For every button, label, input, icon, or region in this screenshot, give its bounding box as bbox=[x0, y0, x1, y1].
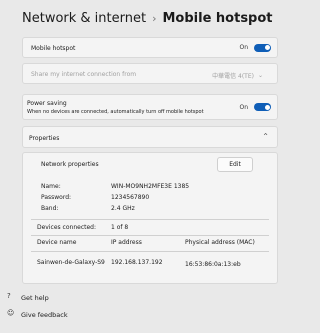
help-icon: ? bbox=[7, 292, 11, 300]
power-saving-row: Power saving When no devices are connect… bbox=[22, 94, 278, 120]
band-label: Band: bbox=[41, 205, 59, 212]
power-saving-label: Power saving bbox=[27, 100, 67, 107]
network-properties-label: Network properties bbox=[41, 161, 99, 168]
breadcrumb-separator: › bbox=[152, 12, 157, 25]
band-value: 2.4 GHz bbox=[111, 205, 135, 212]
column-header-ip-address: IP address bbox=[111, 239, 142, 246]
breadcrumb-parent[interactable]: Network & internet bbox=[22, 11, 146, 26]
chevron-down-icon: ⌄ bbox=[257, 72, 263, 79]
password-value: 1234567890 bbox=[111, 194, 150, 201]
password-label: Password: bbox=[41, 194, 72, 201]
share-connection-label: Share my internet connection from bbox=[31, 71, 137, 78]
table-cell-ip-address: 192.168.137.192 bbox=[111, 259, 163, 266]
breadcrumb: Network & internet › Mobile hotspot bbox=[22, 11, 273, 26]
page-title: Mobile hotspot bbox=[162, 11, 273, 26]
give-feedback-link[interactable]: Give feedback bbox=[21, 311, 68, 319]
table-cell-mac-address: 16:53:86:0a:13:eb bbox=[185, 261, 241, 268]
divider bbox=[31, 235, 269, 236]
power-saving-state: On bbox=[239, 103, 248, 111]
name-label: Name: bbox=[41, 183, 61, 190]
feedback-icon: ☺ bbox=[7, 309, 15, 317]
edit-button-label: Edit bbox=[229, 161, 241, 168]
properties-panel: Network properties Edit Name: WIN-MO9NH2… bbox=[22, 152, 278, 284]
mobile-hotspot-label: Mobile hotspot bbox=[31, 45, 76, 52]
name-value: WIN-MO9NH2MFE3E 1385 bbox=[111, 183, 190, 190]
mobile-hotspot-row: Mobile hotspot On bbox=[22, 37, 278, 58]
power-saving-toggle[interactable] bbox=[254, 103, 271, 111]
properties-header-label: Properties bbox=[29, 135, 60, 142]
devices-connected-value: 1 of 8 bbox=[111, 224, 129, 231]
share-connection-value: 中華電信 4(TE) bbox=[212, 73, 254, 80]
properties-header[interactable]: Properties ⌃ bbox=[22, 126, 278, 148]
mobile-hotspot-toggle[interactable] bbox=[254, 43, 271, 52]
chevron-up-icon[interactable]: ⌃ bbox=[262, 132, 269, 141]
share-connection-row: Share my internet connection from 中華電信 4… bbox=[22, 63, 278, 84]
get-help-link[interactable]: Get help bbox=[21, 294, 49, 302]
column-header-device-name: Device name bbox=[37, 239, 77, 246]
divider bbox=[31, 251, 269, 252]
mobile-hotspot-state: On bbox=[239, 44, 248, 51]
divider bbox=[31, 219, 269, 220]
edit-button[interactable]: Edit bbox=[217, 157, 253, 172]
devices-connected-label: Devices connected: bbox=[37, 224, 96, 231]
table-cell-device-name: Sainwen-de-Galaxy-S9 bbox=[37, 259, 105, 266]
column-header-mac-address: Physical address (MAC) bbox=[185, 239, 255, 246]
share-connection-dropdown[interactable]: 中華電信 4(TE) ⌄ bbox=[212, 71, 263, 80]
power-saving-description: When no devices are connected, automatic… bbox=[27, 109, 204, 115]
